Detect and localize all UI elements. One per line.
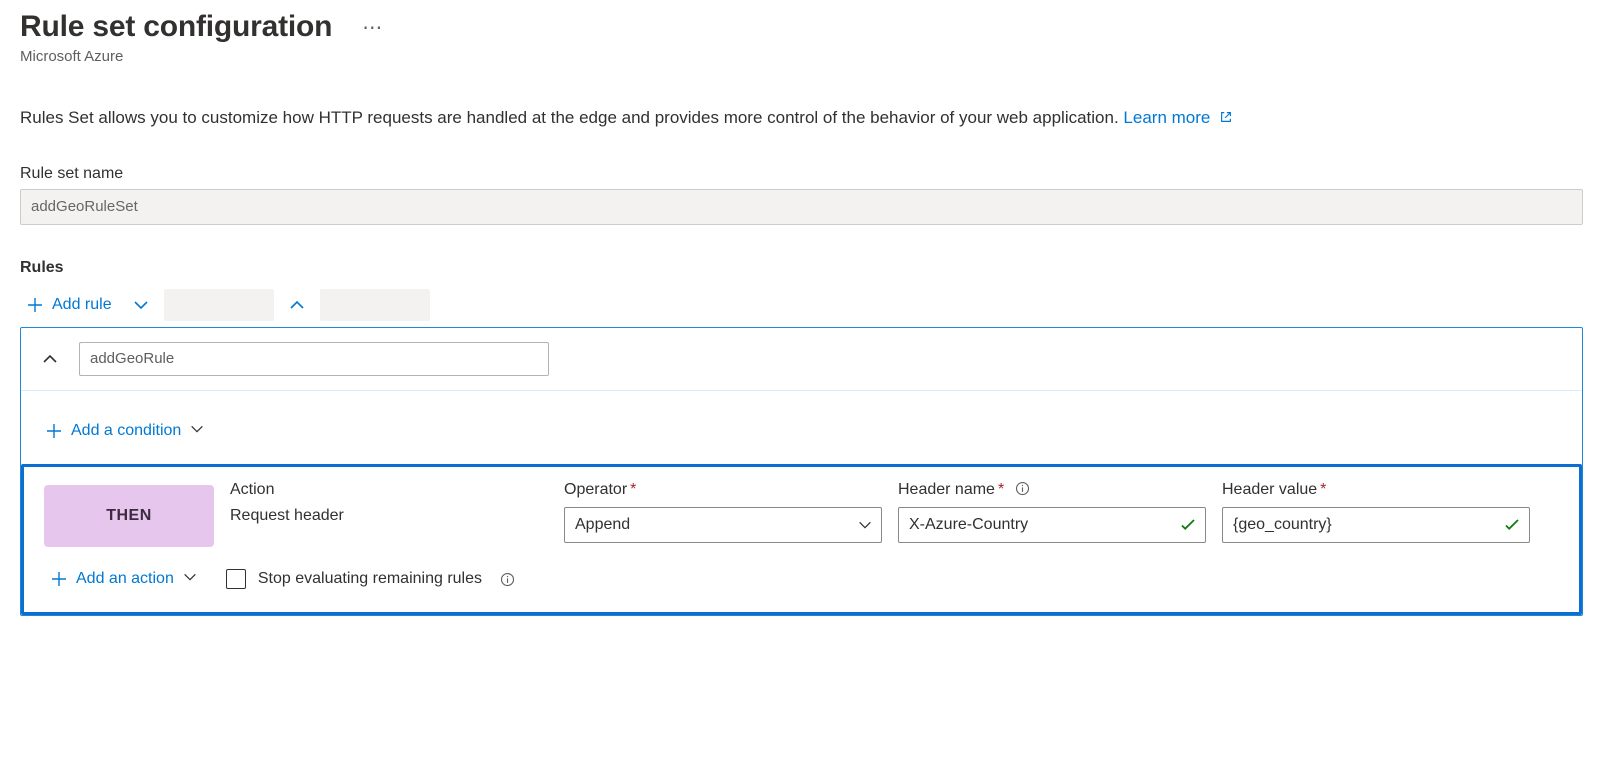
add-condition-label: Add a condition: [71, 422, 181, 440]
header-value-label-text: Header value: [1222, 481, 1317, 498]
plus-icon: [26, 296, 44, 314]
ruleset-name-input: [20, 189, 1583, 225]
then-badge: THEN: [44, 485, 214, 547]
collapse-rule-button[interactable]: [35, 350, 65, 368]
header-value-input[interactable]: {geo_country}: [1222, 507, 1530, 543]
chevron-down-icon: [189, 421, 205, 442]
more-actions-icon[interactable]: ⋯: [362, 15, 384, 40]
operator-label: Operator*: [564, 481, 882, 499]
operator-label-text: Operator: [564, 481, 627, 498]
intro-text: Rules Set allows you to customize how HT…: [20, 105, 1583, 131]
rule-name-input[interactable]: [79, 342, 549, 376]
disabled-slot-2: [320, 289, 430, 321]
intro-body: Rules Set allows you to customize how HT…: [20, 108, 1123, 127]
page-title: Rule set configuration: [20, 10, 332, 44]
header-name-label-text: Header name: [898, 481, 995, 498]
move-up-button[interactable]: [282, 296, 312, 314]
external-link-icon: [1219, 106, 1233, 120]
plus-icon: [50, 570, 68, 588]
add-rule-button[interactable]: Add rule: [20, 292, 118, 318]
header-name-input[interactable]: X-Azure-Country: [898, 507, 1206, 543]
action-column-label: Action: [230, 481, 548, 499]
plus-icon: [45, 422, 63, 440]
header-name-value: X-Azure-Country: [909, 516, 1028, 534]
rules-section-title: Rules: [20, 259, 1583, 277]
chevron-down-icon: [182, 569, 198, 590]
stop-evaluating-label: Stop evaluating remaining rules: [258, 570, 482, 588]
learn-more-link[interactable]: Learn more: [1123, 108, 1233, 127]
required-asterisk: *: [1320, 481, 1326, 498]
add-action-label: Add an action: [76, 570, 174, 588]
learn-more-label: Learn more: [1123, 108, 1210, 127]
rule-header: [21, 328, 1582, 391]
add-rule-label: Add rule: [52, 296, 112, 314]
checkbox-box: [226, 569, 246, 589]
rule-panel: Add a condition THEN Action Request head…: [20, 327, 1583, 616]
required-asterisk: *: [630, 481, 636, 498]
info-icon[interactable]: [500, 572, 515, 587]
ruleset-name-label: Rule set name: [20, 165, 1583, 183]
rules-toolbar: Add rule: [20, 289, 1583, 321]
action-footer: Add an action Stop evaluating remaining …: [44, 547, 1559, 594]
header-value-label: Header value*: [1222, 481, 1530, 499]
add-condition-button[interactable]: Add a condition: [39, 417, 211, 446]
page-subtitle: Microsoft Azure: [20, 48, 1583, 65]
chevron-down-icon: [857, 517, 873, 533]
header-name-label: Header name*: [898, 481, 1206, 499]
operator-value: Append: [575, 516, 630, 534]
check-icon: [1179, 516, 1197, 534]
operator-select[interactable]: Append: [564, 507, 882, 543]
add-action-button[interactable]: Add an action: [44, 565, 204, 594]
disabled-slot-1: [164, 289, 274, 321]
header-value-value: {geo_country}: [1233, 516, 1332, 534]
check-icon: [1503, 516, 1521, 534]
info-icon[interactable]: [1015, 481, 1030, 496]
action-type-value: Request header: [230, 507, 548, 525]
required-asterisk: *: [998, 481, 1004, 498]
action-block: THEN Action Request header Operator* App…: [21, 464, 1582, 615]
stop-evaluating-checkbox[interactable]: Stop evaluating remaining rules: [226, 569, 515, 589]
move-down-button[interactable]: [126, 296, 156, 314]
